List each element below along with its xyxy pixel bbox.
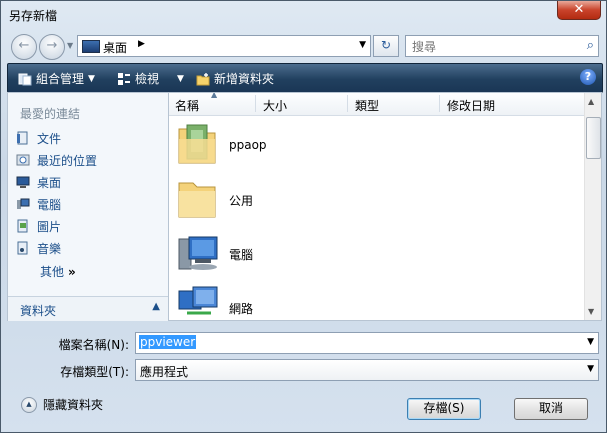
- new-folder-label: 新增資料夾: [214, 72, 275, 86]
- filetype-select[interactable]: 應用程式 ▼: [135, 359, 599, 381]
- hide-folders-button[interactable]: ▲ 隱藏資料夾: [21, 396, 103, 413]
- desktop-icon: [82, 40, 100, 53]
- new-folder-button[interactable]: 新增資料夾: [196, 70, 274, 87]
- save-button[interactable]: 存檔(S): [407, 398, 481, 420]
- file-name: ppaop: [229, 138, 267, 152]
- column-size[interactable]: 大小: [263, 97, 287, 114]
- music-icon: [17, 241, 28, 255]
- address-location[interactable]: 桌面: [103, 39, 127, 56]
- navigation-pane: 最愛的連結 文件 最近的位置 桌面 電腦 圖片 音樂 其他» 資料夾 ▲: [7, 92, 169, 321]
- save-as-dialog: 另存新檔 ✕ ← → ▼ 桌面 ▶ ▼ ↻ ⌕ 組合管理 ▼ 檢視 ▼: [0, 0, 607, 433]
- column-divider[interactable]: [347, 95, 348, 112]
- chevron-down-icon: ▼: [88, 73, 95, 84]
- user-folder-icon: [178, 124, 216, 164]
- help-icon[interactable]: ?: [580, 69, 596, 85]
- computer-icon: [17, 198, 30, 209]
- search-box[interactable]: ⌕: [405, 35, 599, 57]
- chevron-down-icon: ▼: [177, 73, 184, 84]
- title-bar: 另存新檔 ✕: [1, 1, 606, 29]
- filetype-label: 存檔類型(T):: [60, 365, 129, 379]
- column-type[interactable]: 類型: [355, 97, 379, 114]
- documents-icon: [17, 131, 28, 145]
- sidebar-item-label: 音樂: [37, 241, 62, 256]
- vertical-scrollbar[interactable]: ▲ ▼: [584, 93, 601, 320]
- desktop-icon: [16, 176, 30, 188]
- recent-pages-dropdown[interactable]: ▼: [67, 41, 73, 50]
- sidebar-item-recent-places[interactable]: 最近的位置: [16, 151, 97, 169]
- close-button[interactable]: ✕: [557, 1, 601, 20]
- file-name: 電腦: [229, 248, 254, 262]
- sort-arrow-icon: ▲: [211, 92, 218, 99]
- sidebar-item-desktop[interactable]: 桌面: [16, 173, 61, 191]
- views-label: 檢視: [135, 72, 160, 86]
- organize-button[interactable]: 組合管理 ▼: [18, 70, 95, 87]
- window-title: 另存新檔: [9, 9, 58, 23]
- column-name[interactable]: 名稱: [175, 97, 199, 114]
- more-label: 其他: [40, 265, 65, 279]
- views-button[interactable]: 檢視 ▼: [117, 70, 184, 87]
- chevron-up-icon[interactable]: ▲: [152, 301, 160, 312]
- address-dropdown-icon[interactable]: ▼: [359, 40, 366, 50]
- chevron-up-icon: ▲: [21, 396, 37, 413]
- sidebar-item-music[interactable]: 音樂: [16, 239, 61, 257]
- sidebar-item-label: 圖片: [37, 219, 62, 234]
- file-name: 網路: [229, 302, 254, 316]
- filename-field[interactable]: ppviewer ▼: [135, 332, 599, 354]
- forward-button[interactable]: →: [39, 34, 65, 60]
- file-list: ▲ 名稱 大小 類型 修改日期 ppaop 公用 電腦 網路 ▲ ▼: [168, 92, 602, 321]
- back-button[interactable]: ←: [11, 34, 37, 60]
- filename-dropdown-icon[interactable]: ▼: [587, 337, 594, 347]
- filetype-value: 應用程式: [140, 365, 189, 379]
- list-item[interactable]: ppaop: [177, 121, 557, 175]
- refresh-button[interactable]: ↻: [373, 35, 399, 57]
- sidebar-item-label: 電腦: [37, 197, 62, 212]
- sidebar-item-pictures[interactable]: 圖片: [16, 217, 61, 235]
- column-date-modified[interactable]: 修改日期: [447, 97, 495, 114]
- column-divider[interactable]: [439, 95, 440, 112]
- recent-places-icon: [16, 154, 30, 166]
- list-item[interactable]: 網路: [177, 283, 557, 320]
- organize-icon: [18, 73, 32, 85]
- column-header-row: ▲ 名稱 大小 類型 修改日期: [169, 93, 584, 116]
- double-chevron-icon: »: [68, 265, 76, 279]
- address-row: ← → ▼ 桌面 ▶ ▼ ↻ ⌕: [1, 29, 606, 63]
- filename-input[interactable]: [139, 334, 543, 350]
- organize-label: 組合管理: [36, 72, 85, 86]
- column-divider[interactable]: [255, 95, 256, 112]
- sidebar-item-label: 最近的位置: [37, 153, 98, 168]
- computer-icon: [178, 236, 218, 270]
- pictures-icon: [17, 219, 28, 233]
- folders-bar[interactable]: 資料夾 ▲: [8, 296, 168, 321]
- filename-label: 檔案名稱(N):: [58, 338, 129, 352]
- list-item[interactable]: 公用: [177, 175, 557, 229]
- filetype-dropdown-icon[interactable]: ▼: [587, 364, 594, 374]
- list-item[interactable]: 電腦: [177, 229, 557, 283]
- favorite-links-header: 最愛的連結: [20, 107, 81, 121]
- scroll-down-icon[interactable]: ▼: [588, 307, 594, 316]
- new-folder-icon: [196, 72, 210, 85]
- folder-icon: [178, 182, 216, 218]
- views-icon: [118, 72, 130, 85]
- sidebar-item-computer[interactable]: 電腦: [16, 195, 61, 213]
- breadcrumb-arrow-icon[interactable]: ▶: [138, 39, 145, 49]
- hide-folders-label: 隱藏資料夾: [43, 398, 104, 412]
- sidebar-item-label: 桌面: [37, 175, 62, 190]
- file-name: 公用: [229, 194, 254, 208]
- sidebar-item-documents[interactable]: 文件: [16, 129, 61, 147]
- network-icon: [178, 286, 218, 315]
- search-input[interactable]: [410, 38, 574, 56]
- folders-label: 資料夾: [20, 304, 57, 318]
- command-bar: 組合管理 ▼ 檢視 ▼ 新增資料夾 ?: [7, 63, 603, 93]
- cancel-button[interactable]: 取消: [514, 398, 588, 420]
- scroll-up-icon[interactable]: ▲: [588, 97, 594, 106]
- search-icon[interactable]: ⌕: [587, 38, 594, 53]
- address-bar[interactable]: 桌面 ▶ ▼: [77, 35, 371, 57]
- filename-selection: ppviewer: [139, 335, 197, 349]
- scrollbar-thumb[interactable]: [586, 117, 601, 159]
- sidebar-item-label: 文件: [37, 131, 62, 146]
- sidebar-item-more[interactable]: 其他»: [40, 263, 76, 280]
